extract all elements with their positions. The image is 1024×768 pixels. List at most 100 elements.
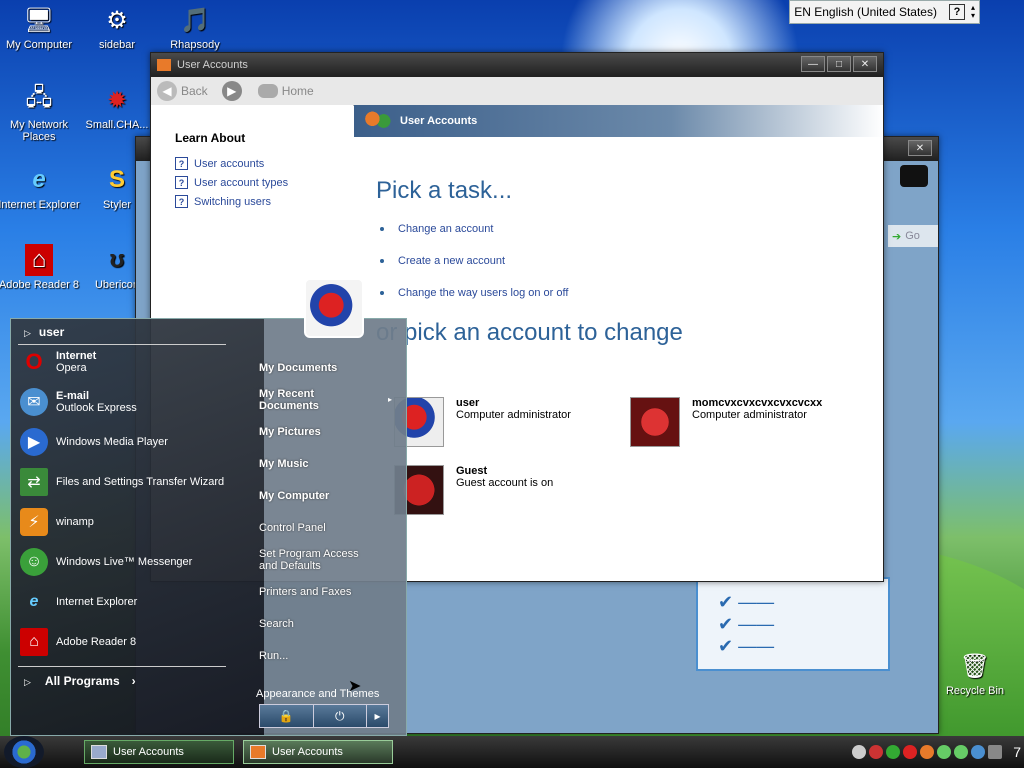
learn-user-accounts-link[interactable]: ? User accounts <box>175 157 353 170</box>
start-right-search[interactable]: Search <box>259 618 294 630</box>
all-programs-button[interactable]: ▷ All Programs › <box>24 674 136 688</box>
navigation-toolbar: ◀ Back ▶ Home <box>151 77 883 106</box>
start-right-program-access[interactable]: Set Program Access and Defaults <box>259 548 369 572</box>
account-momc[interactable]: momcvxcvxcvxcvxcvcxx Computer administrat… <box>630 397 822 447</box>
network-icon[interactable] <box>988 745 1003 759</box>
tray-icon[interactable] <box>937 745 952 759</box>
desktop-icon-rhapsody[interactable]: 🎵 Rhapsody <box>152 4 238 52</box>
user-avatar[interactable] <box>304 278 364 338</box>
change-account-link[interactable]: Change an account <box>380 223 883 235</box>
lock-icon[interactable]: 🔒 <box>260 705 314 727</box>
account-name: momcvxcvxcvxcvxcvcxx <box>692 397 823 409</box>
taskbar-label: User Accounts <box>113 746 184 758</box>
start-right-my-computer[interactable]: My Computer <box>259 490 329 502</box>
submenu-arrow-icon: ▸ <box>388 395 393 404</box>
recycle-bin-icon: 🗑 <box>959 652 991 680</box>
create-account-link[interactable]: Create a new account <box>380 255 883 267</box>
maximize-icon[interactable]: □ <box>827 56 851 72</box>
learn-about-heading: Learn About <box>175 131 246 145</box>
bullet <box>380 259 384 263</box>
account-user[interactable]: user Computer administrator <box>394 397 571 447</box>
taskbar-button-user-accounts-2[interactable]: User Accounts <box>243 740 393 764</box>
help-icon: ? <box>175 176 188 189</box>
account-guest[interactable]: Guest Guest account is on <box>394 465 553 515</box>
item-title: Adobe Reader 8 <box>56 636 137 648</box>
go-button[interactable]: ➔ Go <box>888 225 938 247</box>
banner-title: User Accounts <box>400 115 478 127</box>
desktop-icon-label: My Computer <box>5 39 73 51</box>
start-right-control-panel[interactable]: Control Panel <box>259 522 326 534</box>
item-title: winamp <box>56 516 94 528</box>
power-controls: 🔒 ⏻ ▸ <box>259 704 389 728</box>
pick-task-heading: Pick a task... <box>376 177 513 204</box>
start-right-my-documents[interactable]: My Documents <box>259 362 337 374</box>
start-item-media-player[interactable]: ▶ Windows Media Player <box>20 428 168 456</box>
user-name: user <box>38 325 65 339</box>
start-item-winamp[interactable]: ⚡ winamp <box>20 508 94 536</box>
start-right-my-pictures[interactable]: My Pictures <box>259 426 321 438</box>
tray-icon[interactable] <box>852 745 867 759</box>
power-options-arrow-icon[interactable]: ▸ <box>367 705 388 727</box>
divider <box>18 344 226 345</box>
start-right-recent-documents[interactable]: My Recent Documents <box>259 388 369 412</box>
transfer-wizard-icon: ⇄ <box>20 468 48 496</box>
close-icon[interactable]: ✕ <box>853 56 877 72</box>
desktop-icon-network-places[interactable]: 🖧 My Network Places <box>0 84 82 144</box>
desktop-icon-recycle-bin[interactable]: 🗑 Recycle Bin <box>932 650 1018 698</box>
back-arrow-icon[interactable]: ◀ <box>157 81 177 101</box>
start-item-messenger[interactable]: ☺ Windows Live™ Messenger <box>20 548 192 576</box>
desktop-icon-adobe-reader[interactable]: ⌂ Adobe Reader 8 <box>0 244 82 291</box>
user-accounts-banner: User Accounts <box>354 105 883 137</box>
home-icon[interactable] <box>257 84 278 98</box>
start-item-email[interactable]: ✉ E-mail Outlook Express <box>20 388 137 416</box>
desktop-icon-my-computer[interactable]: 🖥 My Computer <box>0 4 82 52</box>
minimize-icon[interactable]: — <box>801 56 825 72</box>
start-button[interactable] <box>4 736 44 768</box>
system-tray: 7 <box>852 740 1024 764</box>
shield-icon[interactable] <box>869 745 884 759</box>
tray-icon[interactable] <box>954 745 969 759</box>
learn-switching-users-link[interactable]: ? Switching users <box>175 195 353 208</box>
language-label[interactable]: EN English (United States) <box>794 5 937 19</box>
start-item-transfer-wizard[interactable]: ⇄ Files and Settings Transfer Wizard <box>20 468 224 496</box>
start-item-adobe-reader[interactable]: ⌂ Adobe Reader 8 <box>20 628 136 656</box>
start-item-internet[interactable]: O Internet Opera <box>20 348 96 376</box>
start-right-run[interactable]: Run... <box>259 650 288 662</box>
bullet <box>380 291 384 295</box>
account-type: Computer administrator <box>456 409 571 421</box>
account-type: Computer administrator <box>692 409 807 421</box>
desktop-icon-label: Small.CHA... <box>85 119 149 131</box>
item-sub: Opera <box>56 362 87 374</box>
outlook-express-icon: ✉ <box>20 388 48 416</box>
clock[interactable]: 7 <box>1013 744 1021 760</box>
window-titlebar[interactable]: User Accounts — □ ✕ <box>151 53 883 77</box>
close-icon[interactable]: ✕ <box>908 140 932 156</box>
desktop-icon-internet-explorer[interactable]: e Internet Explorer <box>0 164 82 211</box>
download-icon[interactable] <box>971 745 986 759</box>
change-logon-link[interactable]: Change the way users log on or off <box>380 287 883 299</box>
back-button[interactable]: Back <box>181 84 208 98</box>
tray-icon[interactable] <box>903 745 918 759</box>
learn-account-types-link[interactable]: ? User account types <box>175 176 353 189</box>
language-bar[interactable]: EN English (United States) ? ▴ ▾ <box>789 0 980 24</box>
start-right-my-music[interactable]: My Music <box>259 458 309 470</box>
start-item-internet-explorer[interactable]: e Internet Explorer <box>20 588 138 616</box>
desktop-icon-small-cha[interactable]: ✹ Small.CHA... <box>74 84 160 132</box>
home-button[interactable]: Home <box>282 84 314 98</box>
language-bar-options-icon[interactable]: ▴ ▾ <box>971 4 975 20</box>
start-right-printers[interactable]: Printers and Faxes <box>259 586 351 598</box>
account-name: user <box>456 397 480 409</box>
account-type: Guest account is on <box>456 477 554 489</box>
internet-explorer-icon: e <box>29 593 39 610</box>
taskbar-button-user-accounts-1[interactable]: User Accounts <box>84 740 234 764</box>
media-logo-icon <box>900 165 928 187</box>
link-label: Switching users <box>194 195 272 208</box>
power-icon[interactable]: ⏻ <box>314 705 367 727</box>
desktop-icon-sidebar[interactable]: ⚙ sidebar <box>74 4 160 52</box>
tray-icon[interactable] <box>886 745 901 759</box>
help-icon[interactable]: ? <box>948 4 965 20</box>
tray-icon[interactable] <box>920 745 935 759</box>
window-title: User Accounts <box>177 59 248 71</box>
forward-arrow-icon[interactable]: ▶ <box>221 81 242 101</box>
gear-icon: ⚙ <box>106 6 128 34</box>
